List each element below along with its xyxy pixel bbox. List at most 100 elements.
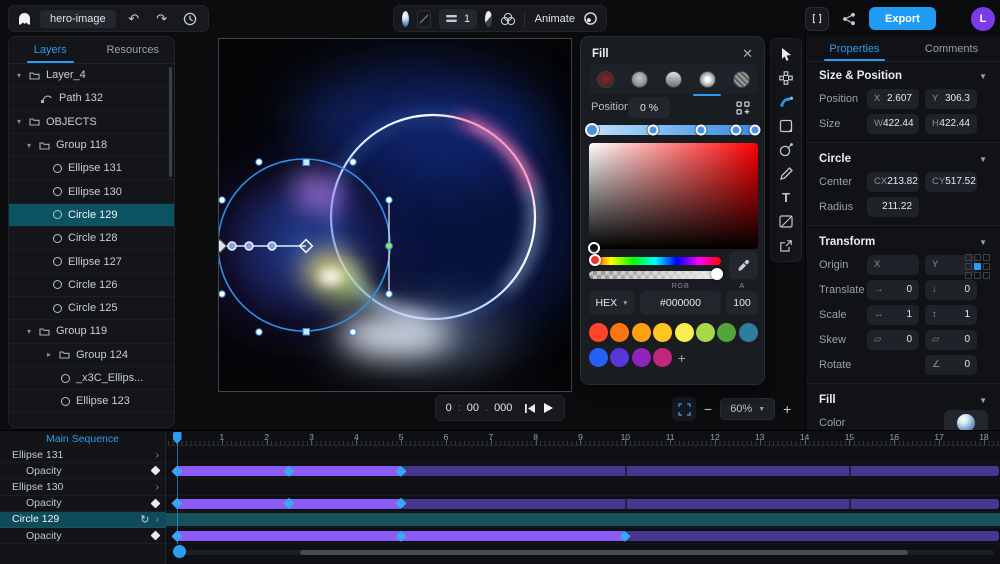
value-field[interactable]: →0 xyxy=(867,280,919,300)
layer-row[interactable]: Ellipse 131 xyxy=(9,157,174,180)
history-icon[interactable] xyxy=(180,9,200,29)
gradient-stop[interactable] xyxy=(695,125,706,136)
timeline-property-row[interactable]: Opacity xyxy=(0,463,166,479)
value-field[interactable]: 211.22 xyxy=(867,197,919,217)
value-field[interactable]: ↕1 xyxy=(925,305,977,325)
timeline-scrollbar-thumb[interactable] xyxy=(300,550,908,555)
node-edit-tool[interactable] xyxy=(774,68,798,89)
saturation-value-picker[interactable] xyxy=(589,143,758,249)
color-swatch[interactable] xyxy=(653,348,672,367)
zoom-out-button[interactable]: − xyxy=(704,401,712,417)
rectangle-tool[interactable] xyxy=(774,116,798,137)
layer-row[interactable]: Path 132 xyxy=(9,87,174,110)
value-field[interactable]: ▱0 xyxy=(925,330,977,350)
position-field[interactable]: 0 % xyxy=(628,97,670,118)
color-swatch[interactable] xyxy=(675,323,694,342)
value-field[interactable]: ∠0 xyxy=(925,355,977,375)
pencil-tool[interactable] xyxy=(774,163,798,184)
layer-row[interactable]: Circle 126 xyxy=(9,274,174,297)
close-icon[interactable]: ✕ xyxy=(742,46,753,62)
color-swatch[interactable] xyxy=(632,348,651,367)
artboard[interactable] xyxy=(218,38,572,392)
fill-type-linear-gradient-2[interactable] xyxy=(657,64,691,94)
section-header[interactable]: Circle▼ xyxy=(806,145,1000,169)
project-name-field[interactable]: hero-image xyxy=(40,10,116,28)
layer-row[interactable]: Ellipse 123 xyxy=(9,390,174,413)
gradient-stop[interactable] xyxy=(585,123,599,137)
export-button[interactable]: Export xyxy=(869,7,936,30)
keyframe-diamond-icon[interactable] xyxy=(151,531,161,541)
play-button[interactable] xyxy=(542,402,554,414)
animation-bar-extended[interactable] xyxy=(627,531,999,541)
layer-row[interactable]: _x3C_Ellips... xyxy=(9,367,174,390)
cursor-tool[interactable] xyxy=(774,44,798,65)
chevron-right-icon[interactable]: › xyxy=(156,513,160,525)
color-swatch[interactable] xyxy=(610,348,629,367)
layer-row[interactable]: Circle 129 xyxy=(9,204,174,227)
tab-comments[interactable]: Comments xyxy=(903,36,1000,61)
animate-icon[interactable] xyxy=(583,11,598,26)
hex-value-field[interactable]: RGB #000000 xyxy=(640,291,721,315)
tab-resources[interactable]: Resources xyxy=(92,37,175,63)
animation-bar-extended[interactable] xyxy=(403,466,999,476)
value-field[interactable]: ↔1 xyxy=(867,305,919,325)
alpha-cursor[interactable] xyxy=(711,268,723,280)
fill-type-linear-gradient[interactable] xyxy=(623,64,657,94)
layer-row[interactable]: Ellipse 130 xyxy=(9,180,174,203)
layer-row[interactable]: ▾Group 118 xyxy=(9,134,174,157)
color-swatch[interactable] xyxy=(610,323,629,342)
image-tool[interactable] xyxy=(774,211,798,232)
layer-row[interactable]: ▾Layer_4 xyxy=(9,64,174,87)
hue-cursor[interactable] xyxy=(589,254,601,266)
zoom-level-dropdown[interactable]: 60% ▼ xyxy=(720,398,775,420)
chevron-right-icon[interactable]: › xyxy=(156,481,160,493)
layer-row[interactable]: Circle 125 xyxy=(9,297,174,320)
avatar[interactable]: L xyxy=(971,7,995,31)
animate-button[interactable]: Animate xyxy=(535,13,575,25)
chevron-down-icon[interactable]: ▾ xyxy=(17,117,29,126)
embed-code-icon[interactable] xyxy=(805,7,829,31)
keyframe-diamond-icon[interactable] xyxy=(151,466,161,476)
color-swatch[interactable] xyxy=(632,323,651,342)
keyframe-diamond-icon[interactable] xyxy=(151,498,161,508)
chevron-down-icon[interactable]: ▾ xyxy=(27,327,39,336)
share-icon[interactable] xyxy=(838,8,860,30)
fit-to-screen-icon[interactable] xyxy=(672,397,696,421)
stroke-none-icon[interactable] xyxy=(417,10,431,28)
layer-row[interactable]: Circle 128 xyxy=(9,227,174,250)
eyedropper-icon[interactable] xyxy=(729,251,758,279)
value-field[interactable]: ▱0 xyxy=(867,330,919,350)
timeline-ruler[interactable]: 0123456789101112131415161718 xyxy=(166,431,1000,446)
chevron-right-icon[interactable]: ▸ xyxy=(47,350,59,359)
value-field[interactable]: H422.44 xyxy=(925,114,977,134)
collapse-caret-icon[interactable]: ▼ xyxy=(979,238,987,247)
animation-bar-extended[interactable] xyxy=(403,499,999,509)
tab-properties[interactable]: Properties xyxy=(806,36,903,61)
value-field[interactable]: W422.44 xyxy=(867,114,919,134)
pen-curve-tool[interactable] xyxy=(774,92,798,113)
main-sequence-label[interactable]: Main Sequence xyxy=(0,431,165,447)
export-asset-tool[interactable] xyxy=(774,235,798,256)
color-format-dropdown[interactable]: HEX▼ xyxy=(589,291,635,315)
chevron-down-icon[interactable]: ▾ xyxy=(17,71,29,80)
fill-type-radial-gradient[interactable] xyxy=(690,64,724,94)
origin-grid-selector[interactable] xyxy=(965,254,990,279)
timeline-layer-row[interactable]: Ellipse 131› xyxy=(0,447,166,463)
value-field[interactable]: X2.607 xyxy=(867,89,919,109)
fill-type-pattern[interactable] xyxy=(724,64,758,94)
section-header[interactable]: Size & Position▼ xyxy=(806,62,1000,86)
loop-icon[interactable]: ↻ xyxy=(140,513,149,526)
skip-to-start-button[interactable] xyxy=(524,403,536,414)
timeline-layer-row[interactable]: Ellipse 130› xyxy=(0,479,166,495)
timeline-property-row[interactable]: Opacity xyxy=(0,528,166,544)
blend-mode-icon[interactable] xyxy=(500,12,516,26)
gradient-stop[interactable] xyxy=(648,125,659,136)
layer-row[interactable]: Ellipse 127 xyxy=(9,250,174,273)
color-swatch[interactable] xyxy=(653,323,672,342)
layer-row[interactable]: ▾OBJECTS xyxy=(9,111,174,134)
stroke-width-control[interactable]: 1 xyxy=(439,9,477,29)
color-swatch[interactable] xyxy=(589,348,608,367)
alpha-slider[interactable] xyxy=(589,271,721,279)
value-field[interactable]: Y306.3 xyxy=(925,89,977,109)
redo-button[interactable]: ↷ xyxy=(152,9,172,29)
